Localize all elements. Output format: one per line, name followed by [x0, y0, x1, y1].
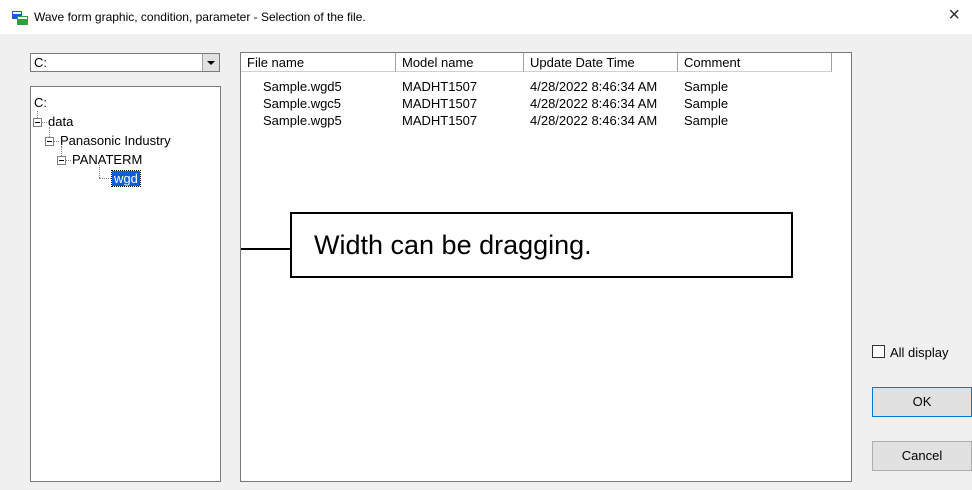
cell-update-date-time: 4/28/2022 8:46:34 AM: [530, 79, 658, 94]
tree-connector: [42, 122, 47, 123]
column-header-file-name[interactable]: File name: [241, 53, 396, 72]
tree-connector: [54, 141, 59, 142]
collapse-icon[interactable]: [57, 156, 66, 165]
column-header-model-name[interactable]: Model name: [396, 53, 524, 72]
cell-comment: Sample: [684, 113, 729, 128]
cell-file-name: Sample.wgp5: [263, 113, 342, 128]
app-window-icon: [12, 11, 28, 25]
tree-connector: [66, 160, 71, 161]
collapse-icon[interactable]: [33, 118, 42, 127]
cell-file-name: Sample.wgd5: [263, 79, 342, 94]
title-bar: Wave form graphic, condition, parameter …: [0, 0, 972, 34]
tree-node-panasonic[interactable]: Panasonic Industry: [60, 133, 171, 148]
cell-update-date-time: 4/28/2022 8:46:34 AM: [530, 113, 658, 128]
cell-file-name: Sample.wgc5: [263, 96, 342, 111]
drive-select[interactable]: C:: [30, 53, 220, 72]
tree-node-wgd[interactable]: wgd: [111, 170, 141, 187]
column-header-update-date-time[interactable]: Update Date Time: [524, 53, 678, 72]
chevron-down-icon[interactable]: [202, 54, 219, 71]
all-display-option[interactable]: All display: [872, 345, 949, 360]
tree-node-data[interactable]: data: [48, 114, 73, 129]
callout-pointer-line: [241, 248, 290, 250]
collapse-icon[interactable]: [45, 137, 54, 146]
annotation-callout: Width can be dragging.: [290, 212, 793, 278]
close-icon[interactable]: ×: [948, 5, 960, 25]
tree-connector: [99, 165, 100, 178]
tree-node-panaterm[interactable]: PANATERM: [72, 152, 142, 167]
cell-update-date-time: 4/28/2022 8:46:34 AM: [530, 96, 658, 111]
ok-button[interactable]: OK: [872, 387, 972, 417]
tree-node-root[interactable]: C:: [34, 95, 47, 110]
all-display-label: All display: [890, 345, 949, 360]
cell-model-name: MADHT1507: [402, 96, 478, 111]
cell-comment: Sample: [684, 79, 729, 94]
cell-model-name: MADHT1507: [402, 113, 478, 128]
cell-model-name: MADHT1507: [402, 79, 478, 94]
column-header-comment[interactable]: Comment: [678, 53, 832, 72]
cancel-button[interactable]: Cancel: [872, 441, 972, 471]
tree-connector: [99, 178, 111, 179]
window-title: Wave form graphic, condition, parameter …: [34, 10, 366, 24]
cell-comment: Sample: [684, 96, 729, 111]
all-display-checkbox[interactable]: [872, 345, 885, 358]
drive-select-value: C:: [34, 55, 47, 70]
folder-tree[interactable]: C: data Panasonic Industry PANATERM wgd: [30, 86, 221, 482]
